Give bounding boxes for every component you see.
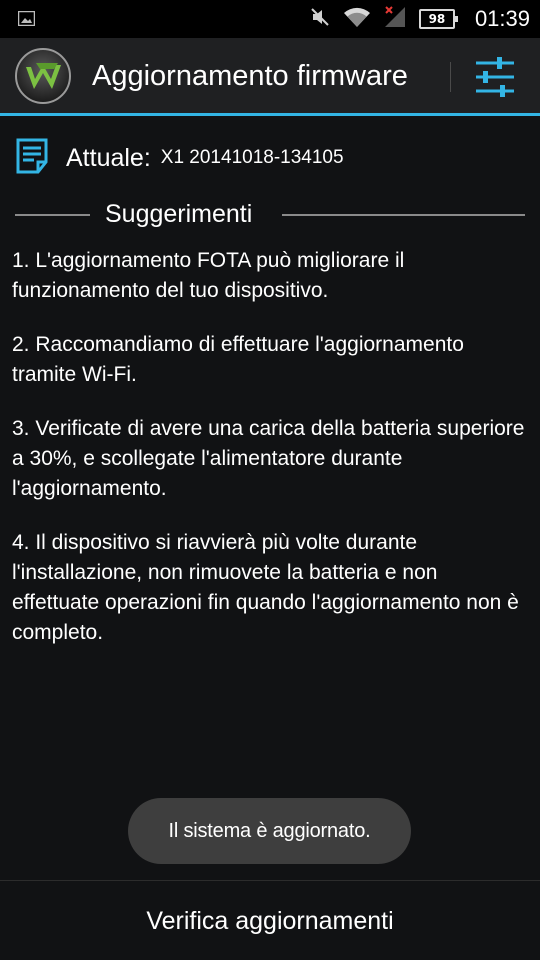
current-version-value: X1 20141018-134105 bbox=[160, 147, 344, 168]
battery-level: 98 bbox=[428, 12, 446, 26]
suggestion-item: 4. Il dispositivo si riavvierà più volte… bbox=[12, 531, 519, 644]
check-updates-button[interactable]: Verifica aggiornamenti bbox=[0, 881, 540, 960]
suggestions-header: Suggerimenti bbox=[15, 200, 525, 230]
current-version-label: Attuale: bbox=[66, 143, 151, 172]
bottom-bar: Verifica aggiornamenti bbox=[0, 880, 540, 960]
muted-speaker-icon bbox=[309, 6, 331, 33]
header-line-left bbox=[15, 214, 90, 216]
current-version-row: Attuale: X1 20141018-134105 bbox=[16, 138, 344, 178]
document-icon bbox=[16, 138, 48, 179]
main-content: Attuale: X1 20141018-134105 Suggerimenti… bbox=[0, 116, 540, 880]
action-bar-divider bbox=[450, 62, 451, 92]
toast-message: Il sistema è aggiornato. bbox=[128, 798, 411, 864]
status-icons: 98 01:39 bbox=[309, 0, 530, 38]
page-title: Aggiornamento firmware bbox=[92, 60, 408, 92]
signal-icon bbox=[383, 5, 407, 34]
suggestion-item: 1. L'aggiornamento FOTA può migliorare i… bbox=[12, 249, 405, 302]
clock: 01:39 bbox=[474, 6, 530, 31]
wifi-icon bbox=[343, 6, 371, 33]
settings-sliders-icon[interactable] bbox=[470, 54, 520, 100]
header-line-right bbox=[282, 214, 525, 216]
suggestion-item: 2. Raccomandiamo di effettuare l'aggiorn… bbox=[12, 333, 464, 386]
action-bar: Aggiornamento firmware bbox=[0, 38, 540, 116]
image-icon bbox=[17, 10, 36, 31]
suggestions-title: Suggerimenti bbox=[105, 200, 253, 228]
status-bar: 98 01:39 bbox=[0, 0, 540, 38]
app-logo-icon[interactable] bbox=[14, 47, 72, 105]
suggestion-item: 3. Verificate di avere una carica della … bbox=[12, 417, 525, 500]
suggestions-list: 1. L'aggiornamento FOTA può migliorare i… bbox=[12, 246, 528, 672]
battery-indicator: 98 bbox=[418, 9, 458, 29]
